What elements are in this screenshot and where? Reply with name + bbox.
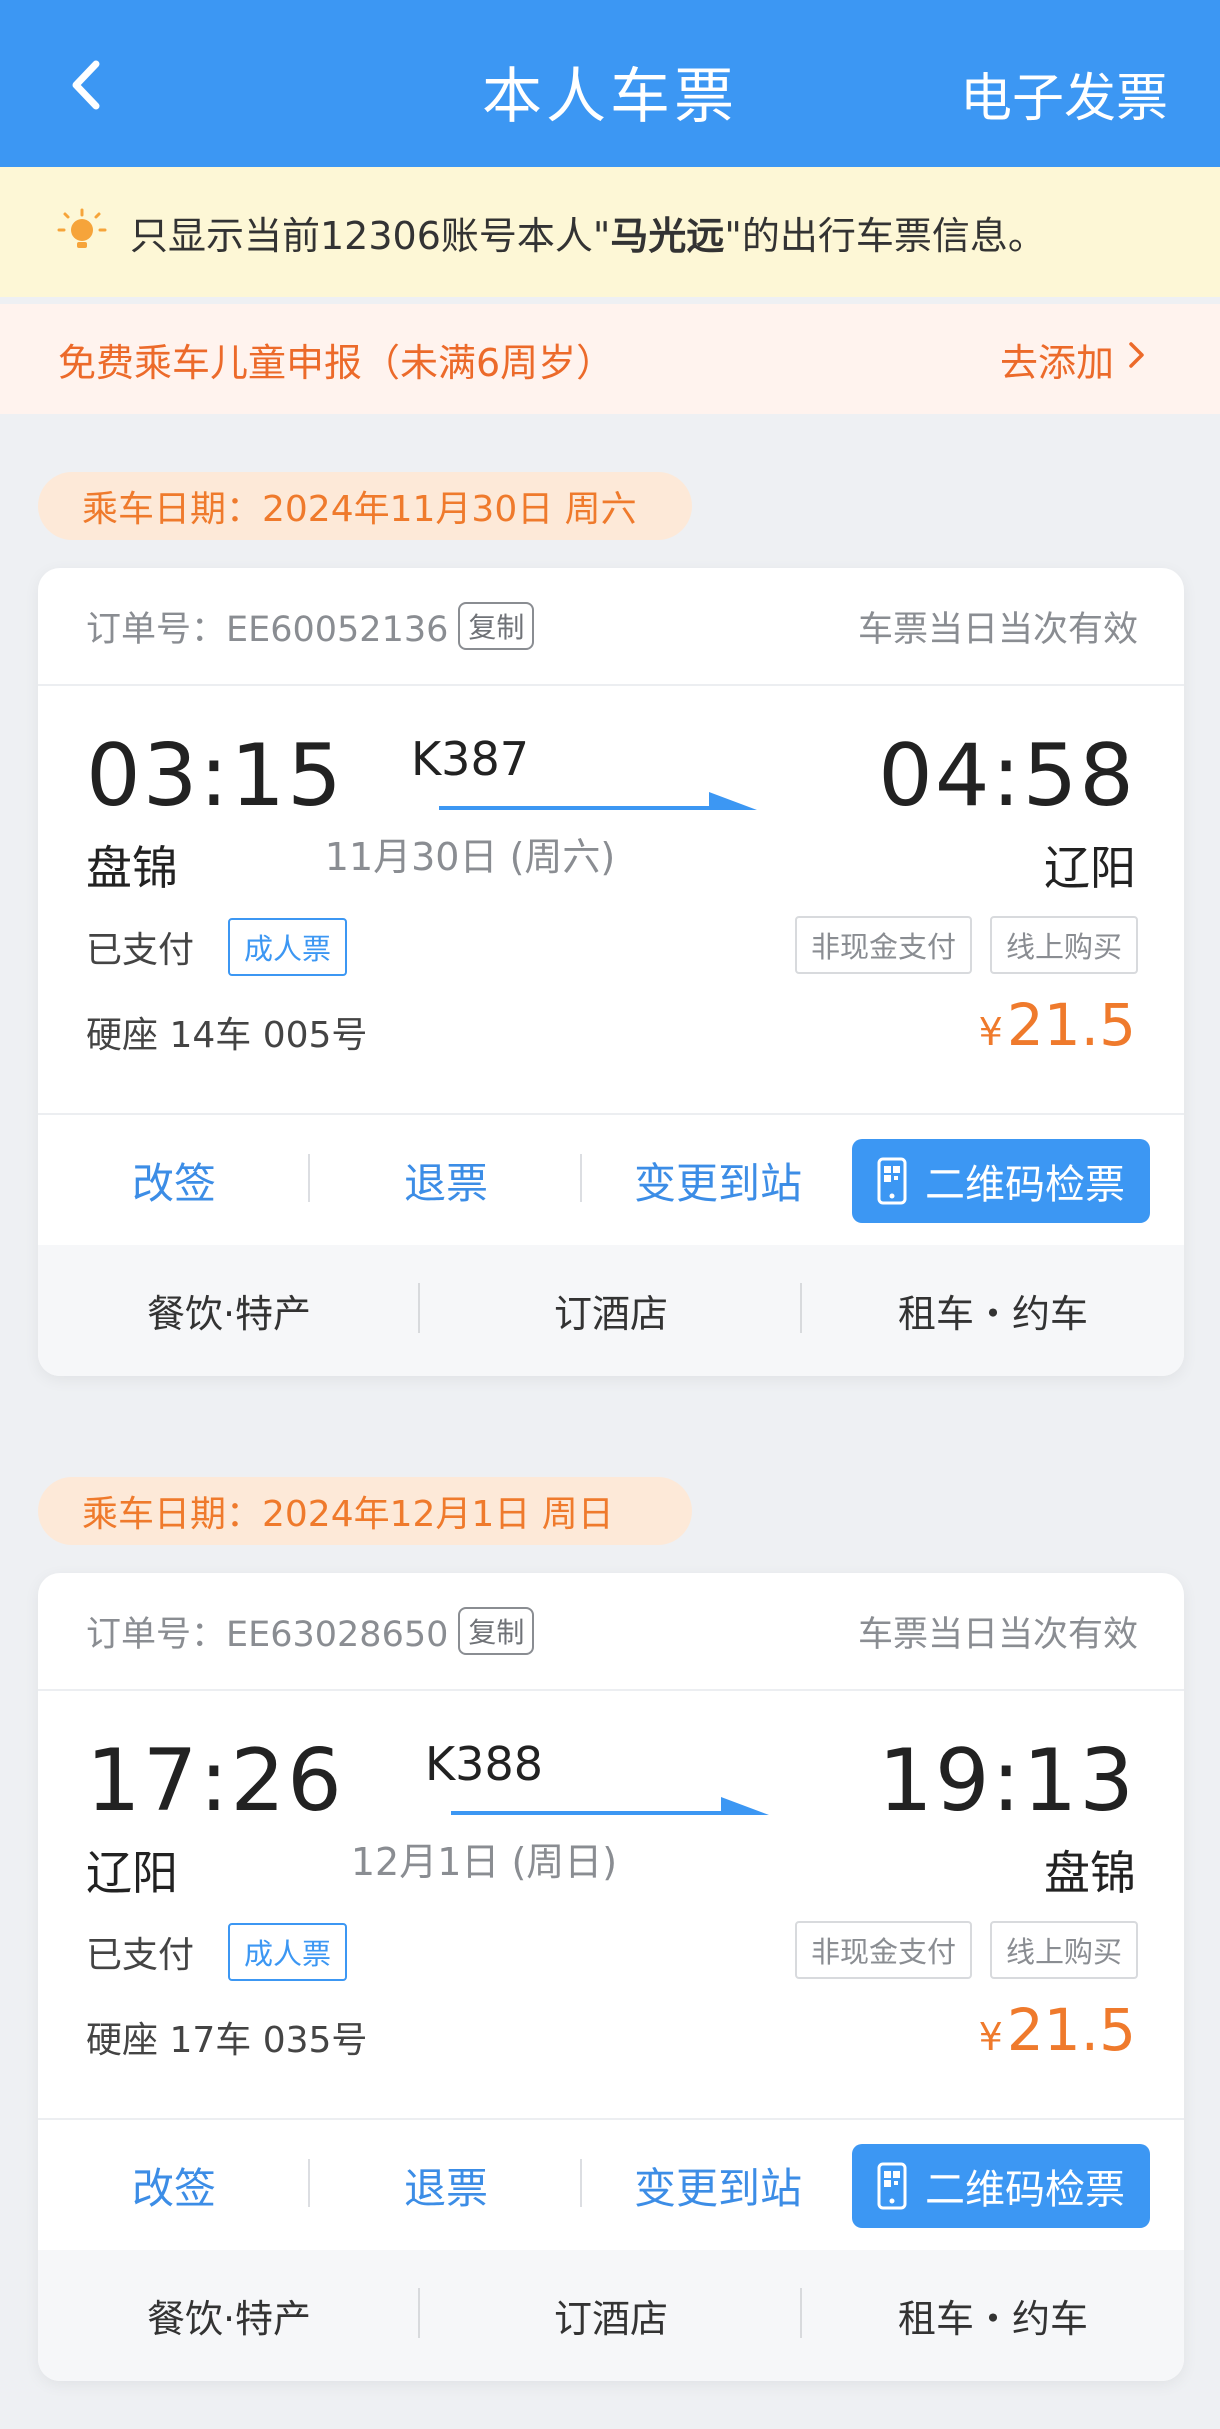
child-declare-label: 免费乘车儿童申报（未满6周岁） — [58, 340, 615, 385]
qr-checkin-label: 二维码检票 — [925, 1162, 1125, 1208]
order-row: 订单号：EE63028650 复制 车票当日当次有效 — [38, 1573, 1184, 1691]
currency-symbol: ¥ — [978, 1010, 1003, 1054]
price-value: 21.5 — [1006, 1996, 1136, 2064]
price-value: 21.5 — [1006, 991, 1136, 1059]
run-date: 12月1日 (周日) — [350, 1840, 618, 1884]
qr-phone-icon — [877, 2162, 907, 2210]
qr-checkin-button[interactable]: 二维码检票 — [852, 1139, 1150, 1223]
payment-tags: 非现金支付 线上购买 — [794, 916, 1138, 974]
trip-details: 17:26 辽阳 K388 12月1日 (周日) 19:13 盘锦 已支付 成人… — [38, 1691, 1184, 2118]
ticket-actions: 改签 退票 变更到站 二维码检票 — [38, 2118, 1184, 2250]
pay-method-tag: 非现金支付 — [794, 916, 972, 974]
notice-suffix: "的出行车票信息。 — [724, 213, 1046, 258]
arrival-station: 盘锦 — [1044, 1846, 1136, 1900]
notice-name: 马光远 — [610, 213, 725, 258]
change-ticket-button[interactable]: 改签 — [38, 1150, 310, 1211]
change-destination-button[interactable]: 变更到站 — [582, 1150, 854, 1211]
food-specialty-link[interactable]: 餐饮·特产 — [38, 1283, 420, 1338]
child-declare-row[interactable]: 免费乘车儿童申报（未满6周岁） 去添加 — [0, 304, 1220, 414]
refund-button[interactable]: 退票 — [310, 1150, 582, 1211]
car-rental-link[interactable]: 租车・约车 — [802, 2288, 1184, 2343]
seat-info: 硬座 14车 005号 — [86, 1015, 368, 1056]
payment-status: 已支付 成人票 — [86, 918, 348, 976]
add-child-label: 去添加 — [999, 340, 1114, 385]
payment-status: 已支付 成人票 — [86, 1923, 348, 1981]
hotel-link[interactable]: 订酒店 — [420, 1283, 802, 1338]
chevron-right-icon — [1126, 338, 1148, 381]
qr-checkin-label: 二维码检票 — [925, 2167, 1125, 2213]
copy-button[interactable]: 复制 — [458, 1607, 535, 1655]
direction-arrow-icon — [451, 1797, 769, 1815]
ticket-card: 订单号：EE60052136 复制 车票当日当次有效 03:15 盘锦 K387… — [38, 568, 1184, 1376]
add-child-button[interactable]: 去添加 — [1000, 332, 1148, 387]
service-links: 餐饮·特产 订酒店 租车・约车 — [38, 2250, 1184, 2381]
ticket-price: ¥21.5 — [979, 991, 1136, 1059]
travel-date-pill: 乘车日期：2024年11月30日 周六 — [38, 472, 692, 540]
pay-method-tag: 非现金支付 — [794, 1921, 972, 1979]
ticket-type-badge: 成人票 — [228, 1923, 348, 1981]
change-destination-button[interactable]: 变更到站 — [582, 2155, 854, 2216]
departure-station: 盘锦 — [86, 841, 178, 895]
currency-symbol: ¥ — [978, 2015, 1003, 2059]
copy-button[interactable]: 复制 — [458, 602, 535, 650]
ticket-card: 订单号：EE63028650 复制 车票当日当次有效 17:26 辽阳 K388… — [38, 1573, 1184, 2381]
arrival-time: 19:13 — [878, 1731, 1136, 1831]
order-number: 订单号：EE63028650 — [86, 1614, 449, 1655]
refund-button[interactable]: 退票 — [310, 2155, 582, 2216]
ticket-actions: 改签 退票 变更到站 二维码检票 — [38, 1113, 1184, 1245]
arrival-station: 辽阳 — [1044, 841, 1136, 895]
purchase-channel-tag: 线上购买 — [989, 916, 1138, 974]
qr-phone-icon — [877, 1157, 907, 1205]
order-number: 订单号：EE60052136 — [86, 609, 449, 650]
payment-tags: 非现金支付 线上购买 — [794, 1921, 1138, 1979]
trip-details: 03:15 盘锦 K387 11月30日 (周六) 04:58 辽阳 已支付 成… — [38, 686, 1184, 1113]
payment-status-text: 已支付 — [86, 930, 195, 971]
hotel-link[interactable]: 订酒店 — [420, 2288, 802, 2343]
car-rental-link[interactable]: 租车・约车 — [802, 1283, 1184, 1338]
run-date: 11月30日 (周六) — [324, 835, 616, 879]
departure-station: 辽阳 — [86, 1846, 178, 1900]
purchase-channel-tag: 线上购买 — [989, 1921, 1138, 1979]
notice-prefix: 只显示当前12306账号本人" — [130, 213, 611, 258]
travel-date-pill: 乘车日期：2024年12月1日 周日 — [38, 1477, 692, 1545]
seat-info: 硬座 17车 035号 — [86, 2020, 368, 2061]
e-invoice-button[interactable]: 电子发票 — [960, 56, 1168, 131]
qr-checkin-button[interactable]: 二维码检票 — [852, 2144, 1150, 2228]
top-bar: 本人车票 电子发票 — [0, 0, 1220, 167]
ticket-type-badge: 成人票 — [228, 918, 348, 976]
food-specialty-link[interactable]: 餐饮·特产 — [38, 2288, 420, 2343]
service-links: 餐饮·特产 订酒店 租车・约车 — [38, 1245, 1184, 1376]
order-row: 订单号：EE60052136 复制 车票当日当次有效 — [38, 568, 1184, 686]
change-ticket-button[interactable]: 改签 — [38, 2155, 310, 2216]
train-number: K387 — [411, 732, 529, 786]
departure-time: 17:26 — [86, 1731, 344, 1831]
train-number: K388 — [425, 1737, 543, 1791]
arrival-time: 04:58 — [878, 726, 1136, 826]
lightbulb-icon — [57, 208, 107, 248]
ticket-price: ¥21.5 — [979, 1996, 1136, 2064]
validity-text: 车票当日当次有效 — [857, 1614, 1138, 1655]
payment-status-text: 已支付 — [86, 1935, 195, 1976]
account-notice: 只显示当前12306账号本人" 马光远 "的出行车票信息。 — [0, 167, 1220, 297]
validity-text: 车票当日当次有效 — [857, 609, 1138, 650]
direction-arrow-icon — [439, 792, 757, 810]
